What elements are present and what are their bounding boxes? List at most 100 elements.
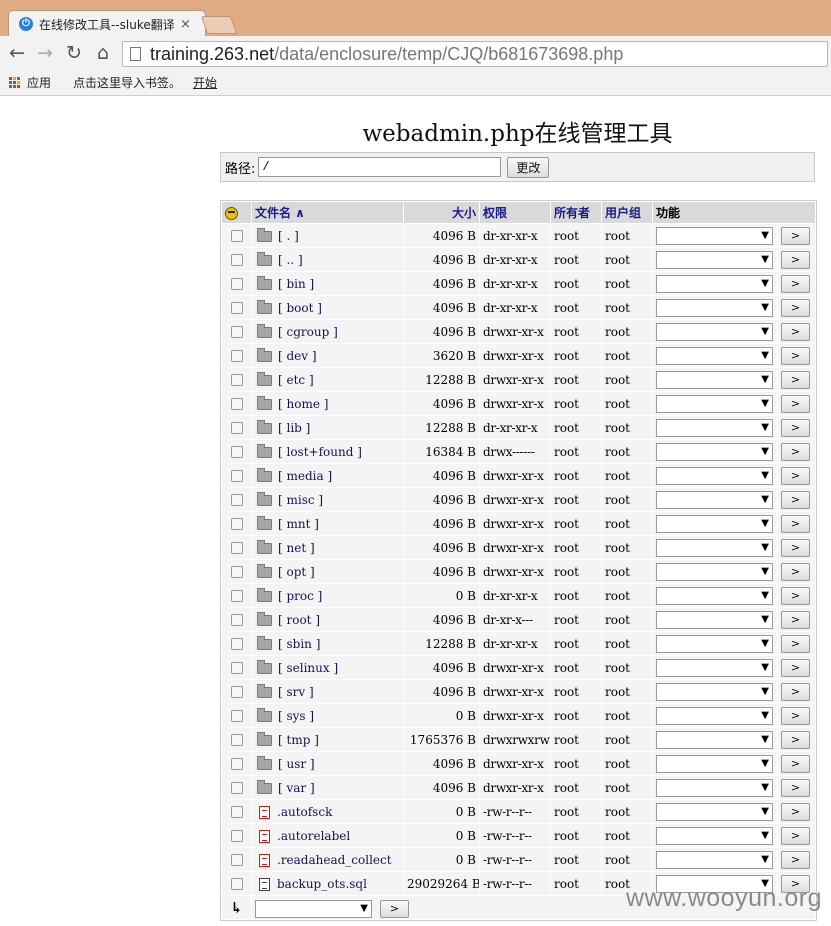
file-permissions[interactable]: dr-xr-xr-x [480,416,550,439]
file-name-link[interactable]: [ var ] [278,781,315,795]
row-go-button[interactable]: > [781,730,810,749]
row-go-button[interactable]: > [781,370,810,389]
row-checkbox[interactable] [230,422,243,434]
file-name-link[interactable]: [ usr ] [278,757,315,771]
forward-arrow-icon[interactable]: → [33,41,57,65]
file-permissions[interactable]: drwxr-xr-x [480,536,550,559]
row-checkbox[interactable] [230,830,243,842]
row-checkbox[interactable] [230,374,243,386]
row-action-select[interactable]: ▼ [656,778,773,797]
change-path-button[interactable]: 更改 [507,156,550,178]
file-permissions[interactable]: drwxr-xr-x [480,704,550,727]
file-name-link[interactable]: [ mnt ] [278,517,319,531]
row-checkbox[interactable] [230,710,243,722]
bookmark-apps[interactable]: 应用 [27,74,51,91]
file-permissions[interactable]: -rw-r--r-- [480,848,550,871]
row-action-select[interactable]: ▼ [656,370,773,389]
apps-grid-icon[interactable] [9,76,21,89]
tab-close-icon[interactable]: × [180,17,191,32]
row-action-select[interactable]: ▼ [656,802,773,821]
header-group[interactable]: 用户组 [602,202,652,223]
file-permissions[interactable]: drwxr-xr-x [480,776,550,799]
file-permissions[interactable]: drwxr-xr-x [480,368,550,391]
file-name-link[interactable]: [ net ] [278,541,315,555]
row-action-select[interactable]: ▼ [656,658,773,677]
header-size[interactable]: 大小 [404,202,479,223]
file-name-link[interactable]: [ lib ] [278,421,310,435]
file-permissions[interactable]: drwxr-xr-x [480,560,550,583]
row-action-select[interactable]: ▼ [656,610,773,629]
row-action-select[interactable]: ▼ [656,442,773,461]
row-checkbox[interactable] [230,734,243,746]
row-go-button[interactable]: > [781,658,810,677]
file-permissions[interactable]: dr-xr-xr-x [480,224,550,247]
row-checkbox[interactable] [230,758,243,770]
row-action-select[interactable]: ▼ [656,706,773,725]
row-checkbox[interactable] [230,854,243,866]
row-checkbox[interactable] [230,302,243,314]
row-action-select[interactable]: ▼ [656,850,773,869]
row-action-select[interactable]: ▼ [656,466,773,485]
row-checkbox[interactable] [230,614,243,626]
file-permissions[interactable]: dr-xr-xr-x [480,296,550,319]
file-permissions[interactable]: drwxr-xr-x [480,344,550,367]
file-name-link[interactable]: [ boot ] [278,301,322,315]
row-action-select[interactable]: ▼ [656,490,773,509]
header-owner[interactable]: 所有者 [551,202,601,223]
row-action-select[interactable]: ▼ [656,634,773,653]
file-name-link[interactable]: [ lost+found ] [278,445,362,459]
row-go-button[interactable]: > [781,298,810,317]
file-name-link[interactable]: [ media ] [278,469,332,483]
row-action-select[interactable]: ▼ [656,754,773,773]
file-permissions[interactable]: drwxr-xr-x [480,392,550,415]
row-checkbox[interactable] [230,590,243,602]
header-perm[interactable]: 权限 [480,202,550,223]
row-go-button[interactable]: > [781,466,810,485]
file-name-link[interactable]: [ proc ] [278,589,322,603]
file-permissions[interactable]: -rw-r--r-- [480,800,550,823]
row-checkbox[interactable] [230,398,243,410]
row-go-button[interactable]: > [781,610,810,629]
row-action-select[interactable]: ▼ [656,226,773,245]
file-permissions[interactable]: dr-xr-xr-x [480,248,550,271]
file-name-link[interactable]: .autofsck [277,805,332,819]
row-action-select[interactable]: ▼ [656,274,773,293]
row-go-button[interactable]: > [781,754,810,773]
file-permissions[interactable]: drwxr-xr-x [480,464,550,487]
row-action-select[interactable]: ▼ [656,730,773,749]
file-name-link[interactable]: [ bin ] [278,277,314,291]
file-permissions[interactable]: drwx------ [480,440,550,463]
row-action-select[interactable]: ▼ [656,298,773,317]
batch-go-button[interactable]: > [380,899,409,918]
file-name-link[interactable]: [ .. ] [278,253,303,267]
row-action-select[interactable]: ▼ [656,826,773,845]
bookmark-import[interactable]: 点击这里导入书签。 [73,74,181,91]
file-name-link[interactable]: [ opt ] [278,565,315,579]
row-checkbox[interactable] [230,326,243,338]
home-icon[interactable]: ⌂ [91,41,115,65]
row-checkbox[interactable] [230,878,243,890]
file-name-link[interactable]: [ sys ] [278,709,314,723]
header-name[interactable]: 文件名 ∧ [252,202,403,223]
row-checkbox[interactable] [230,446,243,458]
file-permissions[interactable]: drwxr-xr-x [480,512,550,535]
row-action-select[interactable]: ▼ [656,394,773,413]
row-go-button[interactable]: > [781,274,810,293]
file-permissions[interactable]: -rw-r--r-- [480,824,550,847]
reload-icon[interactable]: ↻ [62,41,86,65]
browser-tab[interactable]: ⏻ 在线修改工具--sluke翻译 × [8,10,206,37]
row-go-button[interactable]: > [781,634,810,653]
row-go-button[interactable]: > [781,850,810,869]
row-go-button[interactable]: > [781,586,810,605]
row-action-select[interactable]: ▼ [656,250,773,269]
file-name-link[interactable]: [ srv ] [278,685,314,699]
row-checkbox[interactable] [230,494,243,506]
row-action-select[interactable]: ▼ [656,682,773,701]
file-permissions[interactable]: dr-xr-x--- [480,608,550,631]
row-action-select[interactable]: ▼ [656,322,773,341]
row-checkbox[interactable] [230,230,243,242]
row-go-button[interactable]: > [781,706,810,725]
file-permissions[interactable]: drwxr-xr-x [480,488,550,511]
file-permissions[interactable]: drwxr-xr-x [480,752,550,775]
row-checkbox[interactable] [230,542,243,554]
